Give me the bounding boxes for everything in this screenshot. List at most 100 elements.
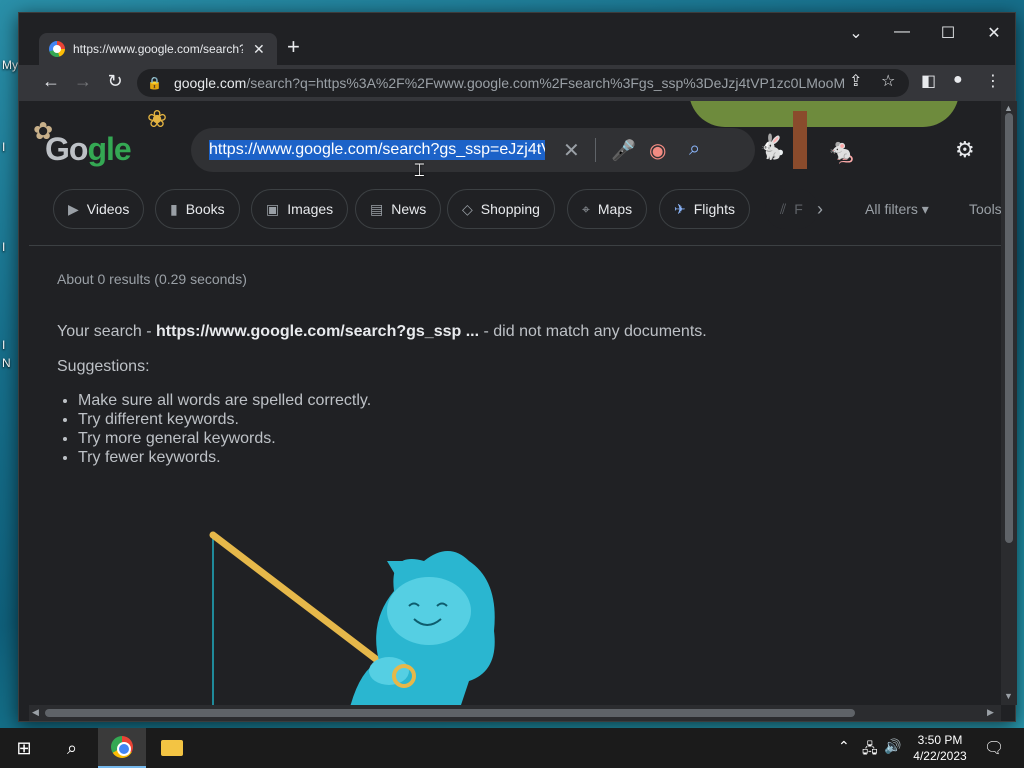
suggestions-list: Make sure all words are spelled correctl… [78, 392, 371, 468]
doodle-mouse-icon: 🐁 [827, 138, 857, 165]
settings-gear-icon[interactable]: ⚙ [955, 137, 975, 163]
file-explorer-icon[interactable] [148, 728, 196, 768]
back-arrow-icon[interactable]: ← [39, 71, 63, 92]
bookmark-star-icon[interactable]: ☆ [881, 71, 895, 91]
logo-text-b: gle [87, 131, 131, 167]
side-panel-icon[interactable]: ◧ [921, 71, 936, 91]
chip-shopping[interactable]: ◇ Shopping [447, 189, 555, 229]
chip-books[interactable]: ▮ Books [155, 189, 240, 229]
folder-icon [161, 740, 183, 756]
pin-icon: ⌖ [582, 200, 590, 217]
chip-label: Images [287, 201, 334, 217]
address-bar[interactable]: 🔒 google.com /search?q=https%3A%2F%2Fwww… [137, 69, 909, 97]
chip-flights[interactable]: ✈ Flights [659, 189, 750, 229]
chip-label: Maps [597, 201, 633, 217]
url-host: google.com [173, 75, 247, 91]
suggestion-item: Try fewer keywords. [78, 449, 371, 468]
google-doodle-logo[interactable]: Gogle [45, 131, 132, 168]
scroll-left-icon[interactable]: ◀ [32, 707, 39, 718]
desktop-label[interactable]: My [2, 58, 18, 72]
search-filter-chips: ▶ Videos ▮ Books ▣ Images ▤ News ◇ Shopping ⌖… [53, 189, 867, 229]
no-match-suffix: - did not match any documents. [479, 323, 707, 340]
doodle-tree-trunk [793, 111, 807, 169]
desktop-label[interactable]: I [2, 338, 5, 352]
share-icon[interactable]: ⇪ [849, 71, 862, 91]
page-viewport: ✿ ❀ 🐇 🐁 Gogle https://www.google.com/sea… [29, 101, 1001, 705]
vertical-scroll-thumb[interactable] [1005, 113, 1013, 543]
mouse-cursor-icon: ⌶ [414, 160, 425, 180]
tag-icon: ◇ [462, 200, 473, 217]
chip-videos[interactable]: ▶ Videos [53, 189, 145, 229]
result-stats: About 0 results (0.29 seconds) [57, 271, 247, 287]
browser-window: https://www.google.com/search? ✕ + ⌄ — ☐… [18, 12, 1017, 722]
close-window-button[interactable]: ✕ [971, 23, 1017, 43]
search-taskbar-icon[interactable]: ⌕ [48, 728, 96, 768]
tab-title: https://www.google.com/search? [73, 42, 243, 56]
search-icon[interactable]: ⌕ [689, 138, 700, 161]
horizontal-scrollbar[interactable]: ◀ ▶ [29, 705, 1001, 721]
chip-label: Videos [86, 201, 130, 217]
taskbar: ⊞ ⌕ ⌃ 🖧 🔊 3:50 PM 4/22/2023 🗨 [0, 728, 1024, 768]
horizontal-scroll-thumb[interactable] [45, 709, 855, 717]
lens-camera-icon[interactable]: ◉ [649, 138, 666, 163]
doodle-flower-icon: ❀ [147, 106, 168, 133]
clock-time: 3:50 PM [917, 733, 963, 747]
close-tab-icon[interactable]: ✕ [253, 41, 265, 58]
chart-icon: ⫽ [780, 200, 787, 217]
notification-icon[interactable]: 🗨 [984, 738, 1004, 758]
lock-icon[interactable]: 🔒 [147, 76, 162, 90]
tab-strip: https://www.google.com/search? ✕ + ⌄ — ☐… [19, 13, 1015, 65]
suggestion-item: Try more general keywords. [78, 430, 371, 449]
logo-text-a: Go [45, 131, 88, 167]
vertical-scrollbar[interactable]: ▲ ▼ [1001, 101, 1017, 705]
taskbar-clock[interactable]: 3:50 PM 4/22/2023 [900, 732, 980, 764]
desktop-icons: My I I I N [0, 0, 20, 720]
google-favicon-icon [49, 41, 65, 57]
volume-icon[interactable]: 🔊 [884, 738, 901, 755]
menu-kebab-icon[interactable]: ⋮ [985, 71, 1001, 91]
chips-scroll-right-icon[interactable]: › [817, 189, 867, 229]
fishing-monster-illustration [209, 531, 495, 705]
scroll-up-icon[interactable]: ▲ [1004, 103, 1013, 113]
tray-chevron-up-icon[interactable]: ⌃ [838, 738, 850, 755]
maximize-button[interactable]: ☐ [925, 23, 971, 43]
scroll-right-icon[interactable]: ▶ [987, 707, 994, 718]
profile-icon[interactable]: ● [953, 71, 963, 89]
book-icon: ▮ [170, 200, 178, 217]
search-input[interactable]: https://www.google.com/search?gs_ssp=eJz… [209, 140, 545, 160]
chip-maps[interactable]: ⌖ Maps [567, 189, 648, 229]
start-windows-icon[interactable]: ⊞ [0, 728, 48, 768]
desktop-label[interactable]: I [2, 140, 5, 154]
chip-finance-partial[interactable]: ⫽ F [765, 189, 818, 229]
doodle-rabbit-icon: 🐇 [757, 134, 787, 161]
url-path: /search?q=https%3A%2F%2Fwww.google.com%2… [246, 75, 847, 91]
all-filters-button[interactable]: All filters ▾ [865, 201, 929, 218]
tools-button[interactable]: Tools [969, 201, 1001, 217]
tab-search-chevron-icon[interactable]: ⌄ [833, 23, 879, 43]
desktop-label[interactable]: N [2, 356, 11, 370]
doodle-tree-canopy [689, 101, 959, 127]
all-filters-label: All filters [865, 201, 918, 217]
microphone-icon[interactable]: 🎤 [611, 138, 636, 163]
suggestion-item: Try different keywords. [78, 411, 371, 430]
chip-images[interactable]: ▣ Images [251, 189, 349, 229]
tab-active[interactable]: https://www.google.com/search? ✕ [39, 33, 277, 65]
header-divider [29, 245, 1001, 246]
chip-news[interactable]: ▤ News [355, 189, 442, 229]
chip-label: Books [185, 201, 225, 217]
search-box[interactable]: https://www.google.com/search?gs_ssp=eJz… [191, 128, 755, 172]
no-match-message: Your search - https://www.google.com/sea… [57, 323, 707, 341]
new-tab-button[interactable]: + [287, 35, 300, 59]
suggestion-item: Make sure all words are spelled correctl… [78, 392, 371, 411]
scroll-down-icon[interactable]: ▼ [1004, 691, 1013, 701]
reload-icon[interactable]: ↻ [103, 71, 127, 92]
browser-toolbar: ← → ↻ 🔒 google.com /search?q=https%3A%2F… [19, 65, 1015, 101]
minimize-button[interactable]: — [879, 23, 925, 41]
desktop-label[interactable]: I [2, 240, 5, 254]
clear-icon[interactable]: ✕ [563, 138, 580, 163]
search-divider [595, 138, 596, 162]
chrome-taskbar-icon[interactable] [98, 728, 146, 768]
network-icon[interactable]: 🖧 [862, 738, 878, 762]
forward-arrow-icon[interactable]: → [71, 71, 95, 92]
news-icon: ▤ [370, 200, 384, 217]
